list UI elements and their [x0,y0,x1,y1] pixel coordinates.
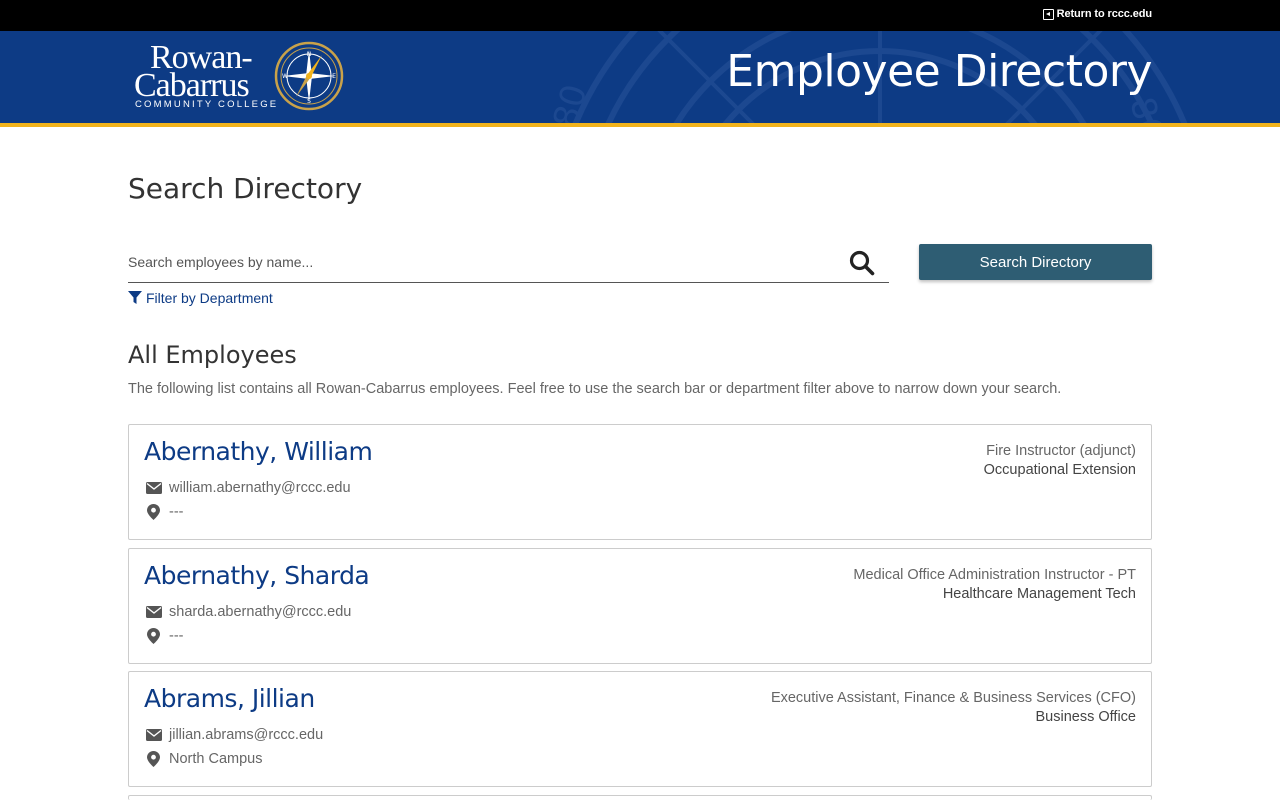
employee-email-row: jillian.abrams@rccc.edu [146,727,323,743]
filter-by-department-link[interactable]: Filter by Department [128,290,273,306]
logo-text-line2: Cabarrus [134,67,250,104]
employee-card-partial [128,795,1152,800]
employee-name-link[interactable]: Abernathy, William [144,437,373,466]
return-arrow-icon [1042,8,1054,20]
employee-job-title: Executive Assistant, Finance & Business … [770,690,1136,706]
employee-job-title: Fire Instructor (adjunct) [986,443,1136,459]
compass-logo-icon: N S W E [274,41,344,111]
employee-location: North Campus [169,751,263,767]
map-pin-icon [147,751,160,767]
filter-icon [128,291,142,304]
employee-email[interactable]: william.abernathy@rccc.edu [169,480,351,496]
search-directory-button[interactable]: Search Directory [919,244,1152,280]
search-input[interactable] [128,244,838,280]
search-icon[interactable] [849,250,875,276]
employee-location: --- [169,628,184,644]
employee-location-row: --- [147,504,184,520]
top-bar: Return to rccc.edu [0,0,1280,31]
filter-label: Filter by Department [146,290,273,306]
all-employees-description: The following list contains all Rowan-Ca… [128,381,1062,397]
return-link[interactable]: Return to rccc.edu [1042,8,1152,20]
return-link-label: Return to rccc.edu [1056,8,1152,20]
svg-text:S: S [307,98,311,105]
header-gold-stripe [0,123,1280,127]
employee-email-row: sharda.abernathy@rccc.edu [146,604,351,620]
logo-text-line3: COMMUNITY COLLEGE [135,99,279,110]
envelope-icon [146,729,162,741]
employee-email[interactable]: jillian.abrams@rccc.edu [169,727,323,743]
map-pin-icon [147,628,160,644]
map-pin-icon [147,504,160,520]
employee-email-row: william.abernathy@rccc.edu [146,480,351,496]
employee-name-link[interactable]: Abrams, Jillian [144,684,315,713]
employee-name-link[interactable]: Abernathy, Sharda [144,561,370,590]
employee-job-title: Medical Office Administration Instructor… [853,567,1136,583]
search-heading: Search Directory [128,172,363,205]
employee-department: Healthcare Management Tech [942,586,1136,602]
employee-department: Occupational Extension [983,462,1136,478]
employee-card: Abernathy, William william.abernathy@rcc… [128,424,1152,540]
employee-location: --- [169,504,184,520]
employee-location-row: North Campus [147,751,262,767]
envelope-icon [146,606,162,618]
svg-text:N: N [307,51,312,58]
svg-text:W: W [282,73,288,80]
employee-department: Business Office [1035,709,1136,725]
employee-card: Abernathy, Sharda sharda.abernathy@rccc.… [128,548,1152,664]
employee-email[interactable]: sharda.abernathy@rccc.edu [169,604,351,620]
college-logo[interactable]: Rowan- Cabarrus COMMUNITY COLLEGE N S W … [134,41,354,113]
employee-card: Abrams, Jillian jillian.abrams@rccc.edu … [128,671,1152,787]
envelope-icon [146,482,162,494]
employee-location-row: --- [147,628,184,644]
svg-text:280: 280 [540,80,595,123]
all-employees-heading: All Employees [128,341,297,369]
svg-text:E: E [332,73,336,80]
header-title: Employee Directory [726,46,1152,97]
search-field [128,244,889,283]
